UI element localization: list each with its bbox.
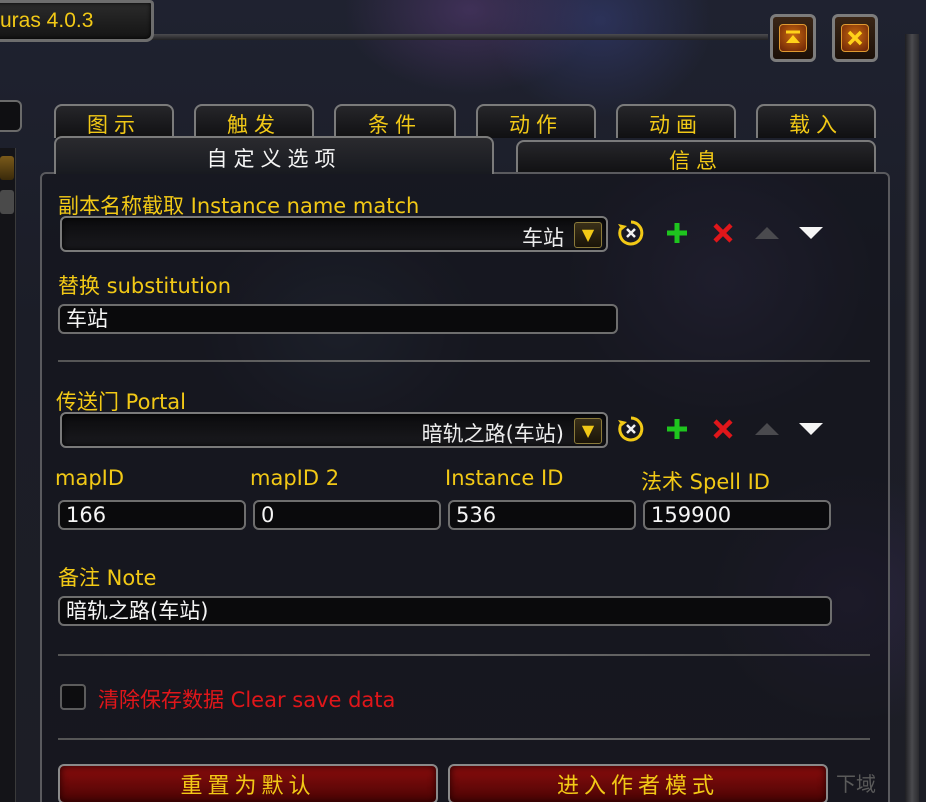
divider — [58, 654, 870, 656]
clear-save-checkbox[interactable] — [60, 684, 86, 710]
left-side-strip — [0, 148, 16, 802]
move-down-icon[interactable] — [796, 218, 826, 248]
mapid2-input[interactable]: 0 — [253, 500, 441, 530]
tab-information[interactable]: 信息 — [516, 140, 876, 174]
close-button[interactable] — [832, 14, 878, 62]
move-up-icon[interactable] — [752, 218, 782, 248]
portal-value: 暗轨之路(车站) — [421, 422, 564, 446]
collapse-icon — [779, 24, 807, 52]
portal-dropdown[interactable]: 暗轨之路(车站) ▼ — [60, 412, 608, 448]
tab-trigger[interactable]: 触发 — [194, 104, 314, 138]
left-item-icon[interactable] — [0, 156, 14, 180]
window-right-border — [905, 34, 919, 802]
close-icon — [841, 24, 869, 52]
spell-id-label: 法术 Spell ID — [641, 470, 770, 494]
reset-icon[interactable] — [616, 414, 646, 444]
mapid-input[interactable]: 166 — [58, 500, 246, 530]
author-mode-button[interactable]: 进入作者模式 — [448, 764, 828, 802]
tab-actions[interactable]: 动作 — [476, 104, 596, 138]
note-input[interactable]: 暗轨之路(车站) — [58, 596, 832, 626]
instance-match-dropdown[interactable]: 车站 ▼ — [60, 216, 608, 252]
reset-icon[interactable] — [616, 218, 646, 248]
left-item-icon[interactable] — [0, 190, 14, 214]
instance-id-input[interactable]: 536 — [448, 500, 636, 530]
tab-conditions[interactable]: 条件 — [334, 104, 456, 138]
mapid2-label: mapID 2 — [250, 466, 340, 490]
spell-id-input[interactable]: 159900 — [643, 500, 831, 530]
divider — [58, 360, 870, 362]
window-title: uras 4.0.3 — [0, 9, 94, 32]
clear-save-label[interactable]: 清除保存数据 Clear save data — [98, 684, 395, 714]
instance-id-label: Instance ID — [445, 466, 564, 490]
move-up-icon[interactable] — [752, 414, 782, 444]
instance-match-value: 车站 — [522, 226, 564, 250]
substitution-input[interactable]: 车站 — [58, 304, 618, 334]
mapid-label: mapID — [55, 466, 125, 490]
substitution-label: 替换 substitution — [58, 274, 232, 298]
delete-icon[interactable] — [708, 218, 738, 248]
reset-default-button[interactable]: 重置为默认 — [58, 764, 438, 802]
divider — [58, 738, 870, 740]
note-label: 备注 Note — [58, 566, 157, 590]
title-bar[interactable]: uras 4.0.3 — [0, 0, 154, 42]
dropdown-arrow-icon[interactable]: ▼ — [574, 222, 602, 248]
dropdown-arrow-icon[interactable]: ▼ — [574, 418, 602, 444]
tab-load[interactable]: 载入 — [756, 104, 876, 138]
collapse-button[interactable] — [770, 14, 816, 62]
tab-display[interactable]: 图示 — [54, 104, 174, 138]
tab-animations[interactable]: 动画 — [616, 104, 736, 138]
move-down-icon[interactable] — [796, 414, 826, 444]
background-ghost-text: 下域 — [836, 772, 876, 796]
add-icon[interactable] — [662, 218, 692, 248]
delete-icon[interactable] — [708, 414, 738, 444]
left-panel-stub[interactable] — [0, 100, 22, 132]
tab-custom-options[interactable]: 自定义选项 — [54, 136, 494, 174]
add-icon[interactable] — [662, 414, 692, 444]
